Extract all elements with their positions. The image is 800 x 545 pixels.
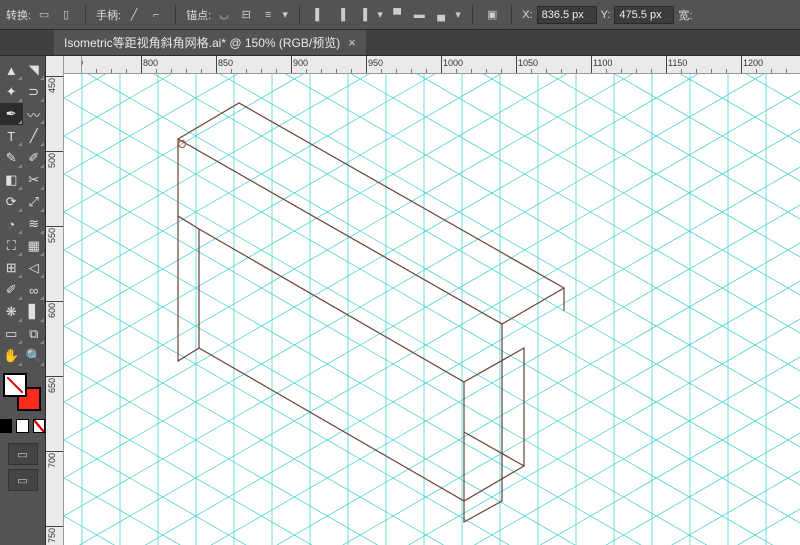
hand-tool[interactable]: ✋ xyxy=(0,345,23,367)
align-right-icon[interactable]: ▐ xyxy=(354,6,372,24)
toolbox: ▲◥✦⊃✒〰T╱✎✐◧✂⟳⤢◔≋⛶▦⊞◁✐∞❋▋▭⧉✋🔍▭▭ xyxy=(0,56,46,545)
canvas[interactable]: 75080085090095010001050110011501200 xyxy=(64,56,800,545)
options-bar: 转换: ▭ ▯ 手柄: ╱ ⌐ 锚点: ◡ ⊟ ≡ ▾ ▌ ▐ ▐ ▾ ▀ ▬ … xyxy=(0,0,800,30)
close-icon[interactable]: × xyxy=(348,36,356,49)
dropdown-icon[interactable]: ▾ xyxy=(454,11,462,19)
dropdown-icon[interactable]: ▾ xyxy=(376,11,384,19)
symbol-sprayer-tool[interactable]: ❋ xyxy=(0,301,23,323)
selection-tool[interactable]: ▲ xyxy=(0,59,23,81)
y-label: Y: xyxy=(601,9,611,21)
main-area: ▲◥✦⊃✒〰T╱✎✐◧✂⟳⤢◔≋⛶▦⊞◁✐∞❋▋▭⧉✋🔍▭▭ 450500550… xyxy=(0,56,800,545)
draw-behind-btn[interactable]: ▭ xyxy=(8,469,38,491)
transform-label: 转换: xyxy=(6,7,31,23)
freehand-label: 手柄: xyxy=(96,7,121,23)
ruler-horizontal[interactable]: 75080085090095010001050110011501200 xyxy=(64,56,800,74)
ruler-corner xyxy=(64,56,82,74)
mini-swatches xyxy=(0,419,45,433)
flip-vertical-icon[interactable]: ▯ xyxy=(57,6,75,24)
isolate-icon[interactable]: ▣ xyxy=(483,6,501,24)
column-graph-tool[interactable]: ▋ xyxy=(23,301,46,323)
paintbrush-tool[interactable]: ✎ xyxy=(0,147,23,169)
scale-tool[interactable]: ⤢ xyxy=(23,191,46,213)
direct-selection-tool[interactable]: ◥ xyxy=(23,59,46,81)
line-segment-tool[interactable]: ╱ xyxy=(23,125,46,147)
divider xyxy=(472,5,473,25)
document-tab-title: Isometric等距视角斜角网格.ai* @ 150% (RGB/预览) xyxy=(64,34,340,51)
align-bottom-icon[interactable]: ▄ xyxy=(432,6,450,24)
align-middle-icon[interactable]: ▬ xyxy=(410,6,428,24)
handle-icon[interactable]: ╱ xyxy=(125,6,143,24)
document-tab[interactable]: Isometric等距视角斜角网格.ai* @ 150% (RGB/预览) × xyxy=(54,30,366,55)
fill-swatch[interactable] xyxy=(3,373,27,397)
type-tool[interactable]: T xyxy=(0,125,23,147)
document-tab-row: Isometric等距视角斜角网格.ai* @ 150% (RGB/预览) × xyxy=(0,30,800,56)
curvature-tool[interactable]: 〰 xyxy=(23,103,46,125)
slice-tool[interactable]: ⧉ xyxy=(23,323,46,345)
x-label: X: xyxy=(522,9,532,21)
w-label: 宽: xyxy=(678,7,692,23)
align-left-icon[interactable]: ▌ xyxy=(310,6,328,24)
artwork-isometric-path[interactable] xyxy=(178,103,564,522)
mesh-tool[interactable]: ⊞ xyxy=(0,257,23,279)
knife-tool[interactable]: ✂ xyxy=(23,169,46,191)
convert-anchor-icon[interactable]: ◡ xyxy=(215,6,233,24)
free-transform-tool[interactable]: ⛶ xyxy=(0,235,23,257)
x-input[interactable] xyxy=(537,6,597,24)
align-top-icon[interactable]: ▀ xyxy=(388,6,406,24)
divider xyxy=(85,5,86,25)
magic-wand-tool[interactable]: ✦ xyxy=(0,81,23,103)
pen-tool[interactable]: ✒ xyxy=(0,103,23,125)
none-mode-btn[interactable] xyxy=(33,419,45,433)
eyedropper-tool[interactable]: ✐ xyxy=(0,279,23,301)
y-input[interactable] xyxy=(614,6,674,24)
ruler-vertical[interactable]: 450500550600650700750 xyxy=(46,56,64,545)
zoom-tool[interactable]: 🔍 xyxy=(23,345,46,367)
divider xyxy=(511,5,512,25)
gradient-mode-btn[interactable] xyxy=(16,419,28,433)
align-center-h-icon[interactable]: ▐ xyxy=(332,6,350,24)
remove-anchor-icon[interactable]: ⊟ xyxy=(237,6,255,24)
screen-mode-buttons: ▭▭ xyxy=(0,443,45,491)
draw-normal-btn[interactable]: ▭ xyxy=(8,443,38,465)
anchor-label: 锚点: xyxy=(186,7,211,23)
pencil-tool[interactable]: ✐ xyxy=(23,147,46,169)
blend-tool[interactable]: ∞ xyxy=(23,279,46,301)
canvas-svg xyxy=(64,56,800,545)
align-anchor-icon[interactable]: ≡ xyxy=(259,6,277,24)
divider xyxy=(299,5,300,25)
shape-builder-tool[interactable]: ◔ xyxy=(0,213,23,235)
lasso-tool[interactable]: ⊃ xyxy=(23,81,46,103)
width-tool[interactable]: ≋ xyxy=(23,213,46,235)
eraser-tool[interactable]: ◧ xyxy=(0,169,23,191)
flip-horizontal-icon[interactable]: ▭ xyxy=(35,6,53,24)
artboard-tool[interactable]: ▭ xyxy=(0,323,23,345)
perspective-grid-tool[interactable]: ▦ xyxy=(23,235,46,257)
divider xyxy=(175,5,176,25)
rotate-tool[interactable]: ⟳ xyxy=(0,191,23,213)
color-mode-btn[interactable] xyxy=(0,419,12,433)
fill-stroke-swatches[interactable] xyxy=(3,373,43,413)
handle-mode-icon[interactable]: ⌐ xyxy=(147,6,165,24)
gradient-tool[interactable]: ◁ xyxy=(23,257,46,279)
dropdown-icon[interactable]: ▾ xyxy=(281,11,289,19)
